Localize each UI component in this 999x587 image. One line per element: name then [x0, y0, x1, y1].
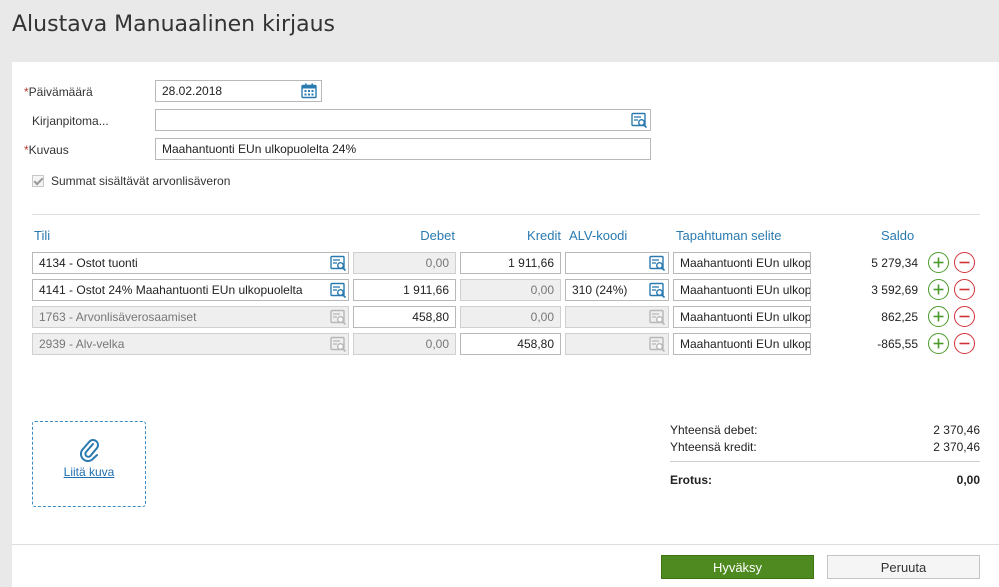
account-input[interactable]: 4134 - Ostot tuonti [32, 252, 349, 274]
date-label: *Päivämäärä [24, 85, 93, 99]
vat-included-checkbox[interactable] [32, 175, 44, 187]
debit-input[interactable]: 1 911,66 [353, 279, 456, 301]
minus-circle-icon [959, 342, 970, 345]
date-label-text: Päivämäärä [28, 85, 93, 99]
accept-button[interactable]: Hyväksy [661, 555, 814, 579]
total-debit-value: 2 370,46 [933, 423, 980, 437]
date-input[interactable] [155, 80, 322, 102]
lookup-search-icon[interactable] [648, 308, 666, 326]
totals-divider [670, 461, 980, 462]
event-desc-input[interactable]: Maahantuonti EUn ulkopuolelta 24% [673, 279, 811, 301]
description-input[interactable] [155, 138, 651, 160]
account-input[interactable]: 4141 - Ostot 24% Maahantuonti EUn ulkopu… [32, 279, 349, 301]
col-header-event-desc: Tapahtuman selite [676, 228, 782, 243]
add-row-button[interactable] [928, 252, 949, 273]
lookup-search-icon[interactable] [648, 254, 666, 272]
entry-panel: *Päivämäärä Kirjanpitoma... *Kuvaus Summ… [12, 62, 999, 587]
account-input[interactable]: 2939 - Alv-velka [32, 333, 349, 355]
lookup-search-icon[interactable] [630, 111, 648, 129]
bookkeeping-input[interactable] [155, 109, 651, 131]
minus-circle-icon [959, 315, 970, 318]
credit-input[interactable]: 1 911,66 [460, 252, 561, 274]
plus-circle-icon [933, 284, 944, 295]
plus-circle-icon [933, 311, 944, 322]
description-label-text: Kuvaus [28, 143, 69, 157]
lookup-search-icon[interactable] [329, 281, 347, 299]
col-header-debit: Debet [420, 228, 455, 243]
col-header-credit: Kredit [527, 228, 561, 243]
col-header-balance: Saldo [881, 228, 915, 243]
add-row-button[interactable] [928, 306, 949, 327]
attach-image-dropzone[interactable]: Liitä kuva [32, 421, 146, 507]
cancel-button[interactable]: Peruuta [827, 555, 980, 579]
col-header-vat-code: ALV-koodi [569, 228, 628, 243]
debit-input[interactable]: 458,80 [353, 306, 456, 328]
debit-input[interactable]: 0,00 [353, 333, 456, 355]
lookup-search-icon[interactable] [648, 281, 666, 299]
debit-input[interactable]: 0,00 [353, 252, 456, 274]
balance-value: 862,25 [881, 310, 918, 324]
attach-image-link[interactable]: Liitä kuva [33, 465, 145, 479]
bookkeeping-label: Kirjanpitoma... [32, 114, 109, 128]
total-credit-label: Yhteensä kredit: [670, 440, 757, 454]
add-row-button[interactable] [928, 279, 949, 300]
page-title: Alustava Manuaalinen kirjaus [12, 12, 336, 37]
add-row-button[interactable] [928, 333, 949, 354]
balance-value: 5 279,34 [871, 256, 918, 270]
paperclip-icon [80, 438, 100, 465]
description-label: *Kuvaus [24, 143, 69, 157]
remove-row-button[interactable] [954, 306, 975, 327]
lookup-search-icon[interactable] [648, 335, 666, 353]
plus-circle-icon [933, 257, 944, 268]
plus-circle-icon [933, 338, 944, 349]
credit-input[interactable]: 458,80 [460, 333, 561, 355]
lookup-search-icon[interactable] [329, 308, 347, 326]
calendar-icon[interactable] [300, 82, 318, 100]
balance-value: -865,55 [877, 337, 918, 351]
credit-input[interactable]: 0,00 [460, 279, 561, 301]
account-input[interactable]: 1763 - Arvonlisäverosaamiset [32, 306, 349, 328]
difference-value: 0,00 [956, 473, 980, 487]
total-credit-value: 2 370,46 [933, 440, 980, 454]
lookup-search-icon[interactable] [329, 254, 347, 272]
total-debit-label: Yhteensä debet: [670, 423, 758, 437]
vat-included-label: Summat sisältävät arvonlisäveron [51, 174, 231, 188]
minus-circle-icon [959, 261, 970, 264]
event-desc-input[interactable]: Maahantuonti EUn ulkopuolelta 24% [673, 252, 811, 274]
col-header-account: Tili [34, 228, 51, 243]
divider [32, 214, 980, 215]
minus-circle-icon [959, 288, 970, 291]
remove-row-button[interactable] [954, 279, 975, 300]
footer-divider [12, 544, 999, 545]
credit-input[interactable]: 0,00 [460, 306, 561, 328]
difference-label: Erotus: [670, 473, 712, 487]
event-desc-input[interactable]: Maahantuonti EUn ulkopuolelta 24% [673, 306, 811, 328]
remove-row-button[interactable] [954, 252, 975, 273]
event-desc-input[interactable]: Maahantuonti EUn ulkopuolelta 24% [673, 333, 811, 355]
remove-row-button[interactable] [954, 333, 975, 354]
lookup-search-icon[interactable] [329, 335, 347, 353]
balance-value: 3 592,69 [871, 283, 918, 297]
